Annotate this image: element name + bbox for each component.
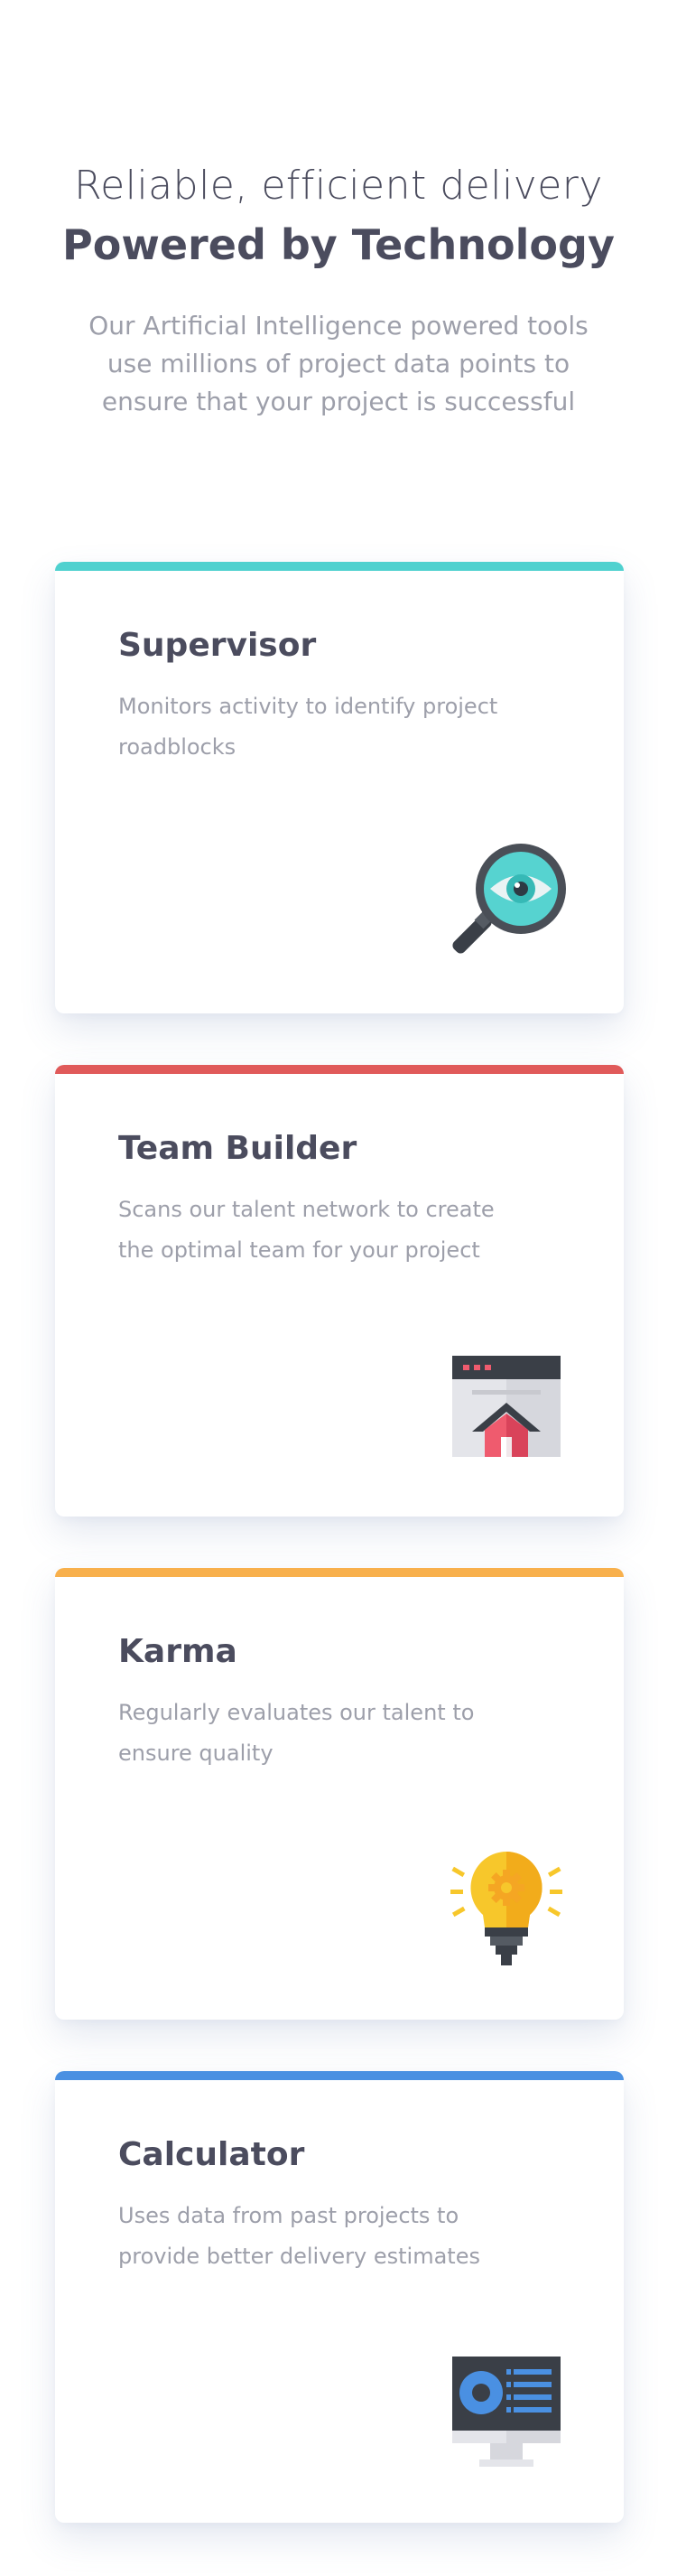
card-description: Monitors activity to identify project ro… [118, 694, 498, 760]
hero-section: Reliable, efficient delivery Powered by … [0, 163, 677, 421]
hero-title: Powered by Technology [62, 219, 615, 269]
hero-kicker: Reliable, efficient delivery [74, 163, 603, 209]
browser-home-icon [443, 1343, 570, 1470]
feature-card-team-builder: Team Builder Scans our talent network to… [55, 1065, 624, 1517]
feature-card-supervisor: Supervisor Monitors activity to identify… [55, 562, 624, 1013]
card-title: Supervisor [118, 627, 317, 664]
card-description: Uses data from past projects to provide … [118, 2203, 480, 2269]
hero-description: Our Artificial Intelligence powered tool… [88, 311, 589, 417]
card-accent-bar [55, 2071, 624, 2080]
card-title: Karma [118, 1633, 237, 1670]
card-description: Scans our talent network to create the o… [118, 1197, 495, 1263]
card-accent-bar [55, 562, 624, 571]
card-title: Team Builder [118, 1130, 357, 1167]
lightbulb-gear-icon [443, 1846, 570, 1973]
magnifier-eye-icon [443, 840, 570, 966]
page: Reliable, efficient delivery Powered by … [0, 0, 677, 2576]
card-accent-bar [55, 1065, 624, 1074]
feature-card-calculator: Calculator Uses data from past projects … [55, 2071, 624, 2523]
feature-card-karma: Karma Regularly evaluates our talent to … [55, 1568, 624, 2020]
card-description: Regularly evaluates our talent to ensure… [118, 1700, 475, 1766]
monitor-dashboard-icon [443, 2349, 570, 2476]
card-accent-bar [55, 1568, 624, 1577]
card-title: Calculator [118, 2136, 305, 2173]
